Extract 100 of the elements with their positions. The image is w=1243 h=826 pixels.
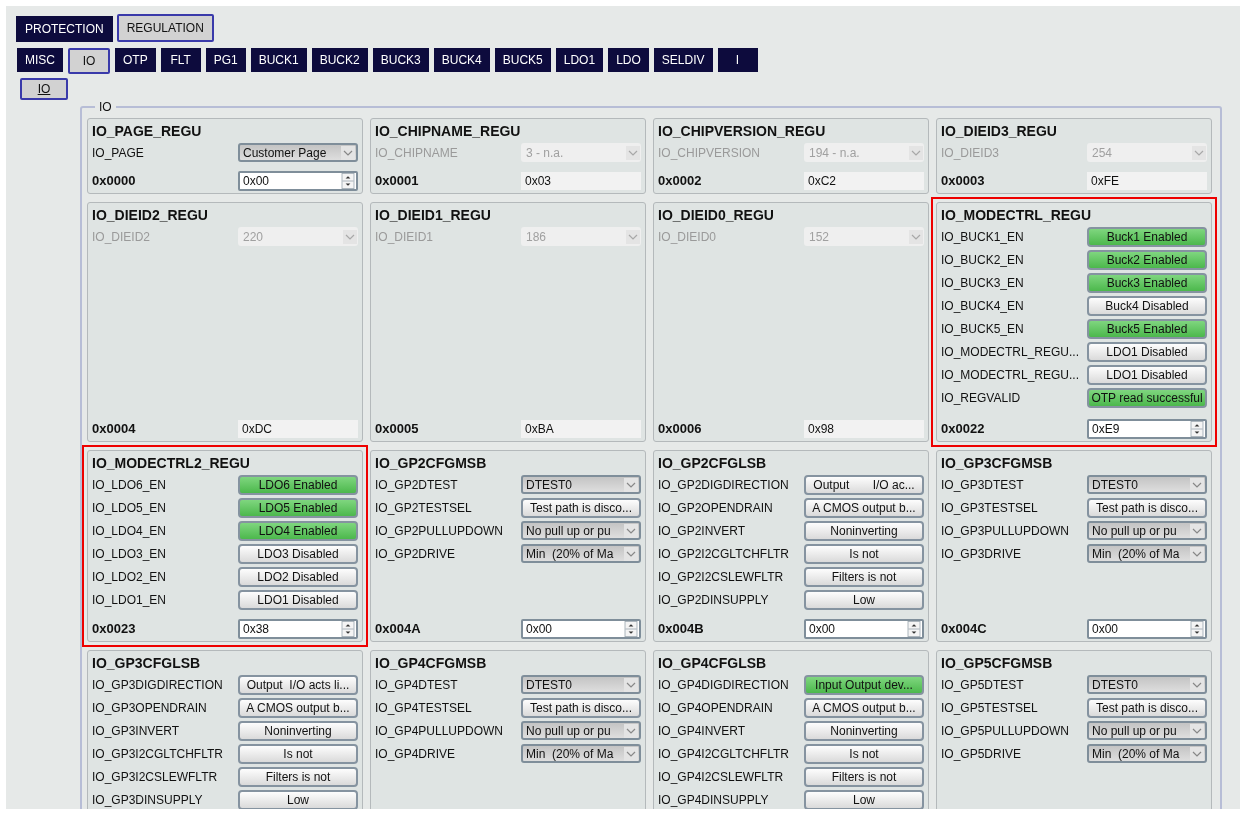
toggle-button[interactable]: Buck4 Disabled bbox=[1087, 295, 1207, 316]
dropdown[interactable]: No pull up or pu bbox=[521, 521, 641, 540]
dropdown[interactable]: DTEST0 bbox=[1087, 475, 1207, 494]
toggle-button[interactable]: LDO1 Disabled bbox=[1087, 364, 1207, 385]
tab[interactable]: BUCK5 bbox=[494, 48, 551, 72]
field-label: IO_GP4OPENDRAIN bbox=[658, 700, 774, 715]
field-label: IO_GP3I2CGLTCHFLTR bbox=[92, 746, 224, 761]
toggle-button[interactable]: Noninverting bbox=[804, 520, 924, 541]
field-label: IO_GP3INVERT bbox=[92, 723, 181, 738]
toggle-button[interactable]: LDO5 Enabled bbox=[238, 497, 358, 518]
dropdown[interactable]: DTEST0 bbox=[521, 675, 641, 694]
toggle-button[interactable]: Is not bbox=[238, 743, 358, 764]
dropdown[interactable]: No pull up or pu bbox=[1087, 721, 1207, 740]
field-label: IO_GP4TESTSEL bbox=[375, 700, 473, 715]
tab[interactable]: BUCK1 bbox=[250, 48, 307, 72]
chevron-down-icon bbox=[1190, 746, 1204, 761]
toggle-button[interactable]: LDO4 Enabled bbox=[238, 520, 358, 541]
dropdown[interactable]: Min (20% of Ma bbox=[1087, 744, 1207, 763]
tab[interactable]: BUCK2 bbox=[311, 48, 368, 72]
toggle-button[interactable]: Buck1 Enabled bbox=[1087, 226, 1207, 247]
toggle-button[interactable]: LDO6 Enabled bbox=[238, 474, 358, 495]
field-label: IO_GP2DIGDIRECTION bbox=[658, 477, 790, 492]
register-address: 0x0023 bbox=[92, 621, 137, 636]
toggle-button[interactable]: Filters is not bbox=[804, 566, 924, 587]
toggle-button[interactable]: A CMOS output b... bbox=[804, 697, 924, 718]
tab[interactable]: LDO1 bbox=[555, 48, 604, 72]
dropdown[interactable]: No pull up or pu bbox=[1087, 521, 1207, 540]
dropdown[interactable]: Min (20% of Ma bbox=[521, 744, 641, 763]
tab[interactable]: REGULATION bbox=[116, 14, 214, 42]
dropdown[interactable]: Min (20% of Ma bbox=[521, 544, 641, 563]
dropdown[interactable]: DTEST0 bbox=[1087, 675, 1207, 694]
toggle-button[interactable]: Test path is disco... bbox=[1087, 497, 1207, 518]
toggle-button[interactable]: Low bbox=[804, 789, 924, 809]
spin-field[interactable]: 0xE9 bbox=[1087, 418, 1207, 439]
toggle-button[interactable]: Low bbox=[238, 789, 358, 809]
spin-field[interactable]: 0x00 bbox=[1087, 618, 1207, 639]
toggle-button[interactable]: Buck5 Enabled bbox=[1087, 318, 1207, 339]
spin-field[interactable]: 0x00 bbox=[521, 618, 641, 639]
tab[interactable]: IO bbox=[68, 48, 110, 74]
tab[interactable]: SELDIV bbox=[653, 48, 713, 72]
toggle-button[interactable]: Noninverting bbox=[804, 720, 924, 741]
spin-field[interactable]: 0x00 bbox=[804, 618, 924, 639]
tab[interactable]: MISC bbox=[17, 48, 63, 72]
register-title: IO_GP2CFGMSB bbox=[375, 454, 488, 473]
chevron-down-icon bbox=[626, 229, 640, 244]
toggle-button[interactable]: Buck3 Enabled bbox=[1087, 272, 1207, 293]
chevron-down-icon bbox=[624, 746, 638, 761]
field-label: IO_GP5TESTSEL bbox=[941, 700, 1039, 715]
toggle-button[interactable]: Noninverting bbox=[238, 720, 358, 741]
tab[interactable]: I bbox=[717, 48, 758, 72]
field-label: IO_BUCK3_EN bbox=[941, 275, 1025, 290]
toggle-button[interactable]: LDO1 Disabled bbox=[238, 589, 358, 610]
toggle-button[interactable]: LDO1 Disabled bbox=[1087, 341, 1207, 362]
toggle-button[interactable]: A CMOS output b... bbox=[238, 697, 358, 718]
toggle-button[interactable]: OTP read successful bbox=[1087, 387, 1207, 408]
tab[interactable]: PG1 bbox=[205, 48, 246, 72]
toggle-button[interactable]: Output I/O acts li... bbox=[238, 674, 358, 695]
dropdown[interactable]: No pull up or pu bbox=[521, 721, 641, 740]
spin-field[interactable]: 0x38 bbox=[238, 618, 358, 639]
toggle-button[interactable]: LDO2 Disabled bbox=[238, 566, 358, 587]
tab[interactable]: IO bbox=[20, 78, 68, 100]
field-label: IO_GP2I2CGLTCHFLTR bbox=[658, 546, 790, 561]
chevron-down-icon bbox=[1192, 145, 1206, 160]
tab[interactable]: BUCK4 bbox=[433, 48, 490, 72]
chevron-down-icon bbox=[624, 477, 638, 492]
spin-arrows-icon bbox=[623, 620, 639, 637]
toggle-button[interactable]: Low bbox=[804, 589, 924, 610]
spin-field[interactable]: 0x00 bbox=[238, 170, 358, 191]
tab[interactable]: LDO bbox=[608, 48, 649, 72]
dropdown[interactable]: Customer Page bbox=[238, 143, 358, 162]
register-title: IO_GP3CFGMSB bbox=[941, 454, 1054, 473]
field-label: IO_GP4PULLUPDOWN bbox=[375, 723, 505, 738]
field-label: IO_LDO3_EN bbox=[92, 546, 168, 561]
toggle-button[interactable]: Buck2 Enabled bbox=[1087, 249, 1207, 270]
tab[interactable]: BUCK3 bbox=[372, 48, 429, 72]
register-title: IO_MODECTRL_REGU bbox=[941, 206, 1093, 225]
field-label: IO_CHIPNAME bbox=[375, 145, 459, 160]
toggle-button[interactable]: LDO3 Disabled bbox=[238, 543, 358, 564]
field-label: IO_PAGE bbox=[92, 145, 145, 160]
toggle-button[interactable]: A CMOS output b... bbox=[804, 497, 924, 518]
toggle-button[interactable]: Test path is disco... bbox=[521, 697, 641, 718]
register-title: IO_DIEID3_REGU bbox=[941, 122, 1058, 141]
tab[interactable]: OTP bbox=[115, 48, 156, 72]
toggle-button[interactable]: Is not bbox=[804, 743, 924, 764]
toggle-button[interactable]: Filters is not bbox=[238, 766, 358, 787]
dropdown[interactable]: Min (20% of Ma bbox=[1087, 544, 1207, 563]
register-address: 0x0022 bbox=[941, 421, 986, 436]
field-label: IO_BUCK5_EN bbox=[941, 321, 1025, 336]
chevron-down-icon bbox=[1190, 477, 1204, 492]
toggle-button[interactable]: Output I/O ac... bbox=[804, 474, 924, 495]
toggle-button[interactable]: Is not bbox=[804, 543, 924, 564]
field-label: IO_GP5DRIVE bbox=[941, 746, 1023, 761]
toggle-button[interactable]: Input Output dev... bbox=[804, 674, 924, 695]
tab[interactable]: PROTECTION bbox=[16, 16, 113, 42]
toggle-button[interactable]: Filters is not bbox=[804, 766, 924, 787]
field-label: IO_GP2DRIVE bbox=[375, 546, 457, 561]
toggle-button[interactable]: Test path is disco... bbox=[1087, 697, 1207, 718]
tab[interactable]: FLT bbox=[160, 48, 201, 72]
toggle-button[interactable]: Test path is disco... bbox=[521, 497, 641, 518]
dropdown[interactable]: DTEST0 bbox=[521, 475, 641, 494]
